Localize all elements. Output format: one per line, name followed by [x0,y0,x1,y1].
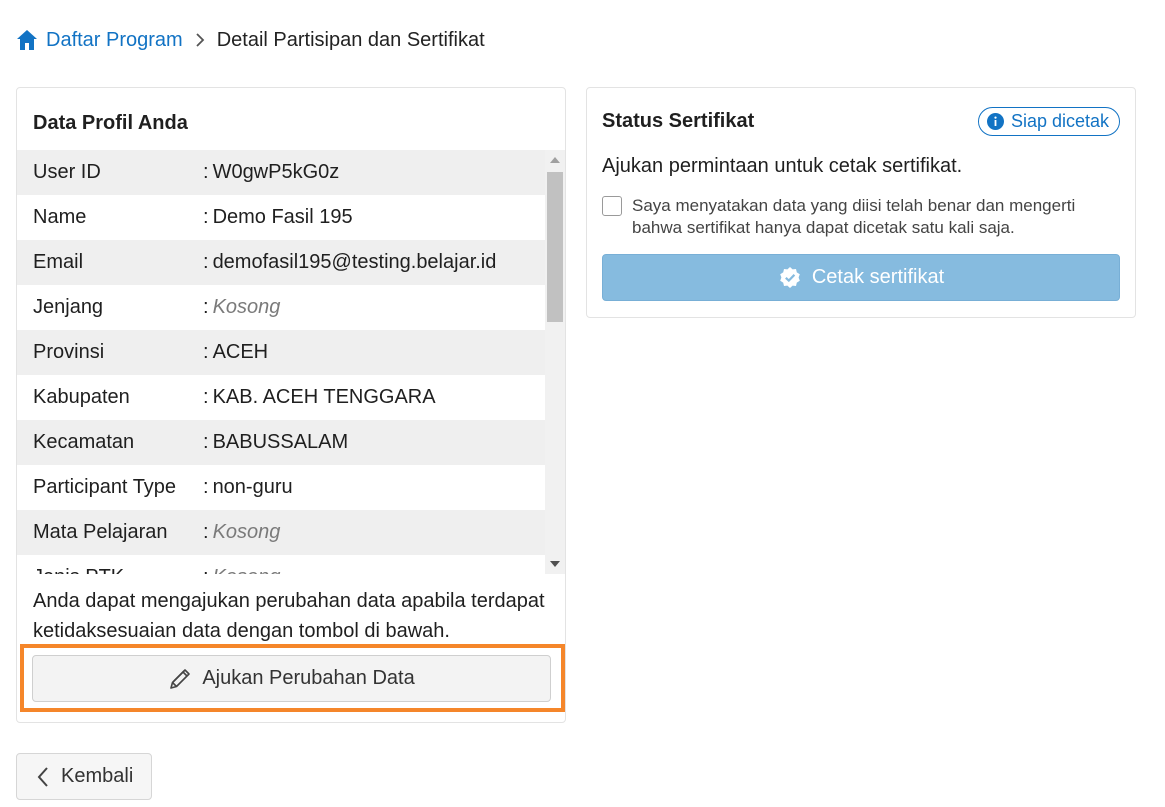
request-data-change-button[interactable]: Ajukan Perubahan Data [32,655,551,702]
verified-badge-icon [778,266,802,290]
profile-row-colon: : [203,251,209,273]
profile-row-colon: : [203,431,209,453]
profile-row: Mata Pelajaran: Kosong [17,510,545,555]
change-data-hint: Anda dapat mengajukan perubahan data apa… [33,590,545,642]
profile-row-value-text: Demo Fasil 195 [212,206,353,228]
profile-row-colon: : [203,161,209,183]
profile-row-value: : BABUSSALAM [203,431,545,454]
scrollbar[interactable] [545,150,565,574]
agreement-text: Saya menyatakan data yang diisi telah be… [632,196,1076,237]
profile-row-value: : demofasil195@testing.belajar.id [203,251,545,274]
scroll-up-arrow-icon[interactable] [545,152,565,168]
profile-row-key: Provinsi [33,341,105,363]
status-badge-label: Siap dicetak [1010,111,1109,131]
profile-table[interactable]: User ID: W0gwP5kG0z Name: Demo Fasil 195 Ema… [17,150,565,574]
profile-row: Jenjang: Kosong [17,285,545,330]
profile-row-colon: : [203,476,209,498]
profile-row-value-text: Kosong [212,296,281,318]
back-button[interactable]: Kembali [16,753,152,800]
breadcrumb-link-daftar-program[interactable]: Daftar Program [46,29,183,52]
status-badge: Siap dicetak [977,107,1120,136]
profile-row-key: Name [33,206,87,228]
certificate-status-card: Status Sertifikat Siap dicetak Ajukan pe… [586,87,1136,318]
home-icon[interactable] [16,29,38,51]
certificate-status-description: Ajukan permintaan untuk cetak sertifikat… [602,155,963,177]
agreement-row[interactable]: Saya menyatakan data yang diisi telah be… [602,195,1122,239]
print-certificate-button[interactable]: Cetak sertifikat [602,254,1120,301]
profile-row-value-text: demofasil195@testing.belajar.id [212,251,497,273]
certificate-status-title: Status Sertifikat [602,110,755,132]
profile-row-value-text: Kosong [212,521,281,543]
request-data-change-label: Ajukan Perubahan Data [202,667,415,689]
profile-row-value: :Kosong [203,296,545,319]
profile-row-value: : ACEH [203,341,545,364]
profile-row: Jenis PTK: Kosong [17,555,545,574]
back-button-label: Kembali [61,765,134,787]
profile-row-key: Participant Type [33,476,177,498]
profile-row-value-text: Kosong [213,566,281,574]
chevron-left-icon [37,766,49,788]
info-icon [986,113,1004,130]
profile-row-value: :Kosong [203,521,545,544]
scrollbar-thumb[interactable] [547,172,563,322]
profile-row-colon: : [203,341,209,363]
profile-row-key: Jenis PTK [17,566,203,574]
profile-row-colon: : [203,296,209,318]
profile-row-value-text: BABUSSALAM [212,431,349,453]
profile-row-value-text: W0gwP5kG0z [212,161,340,183]
profile-row: User ID: W0gwP5kG0z [17,150,545,195]
profile-row-value-text: non-guru [212,476,293,498]
profile-row: Email: demofasil195@testing.belajar.id [17,240,545,285]
pencil-icon [168,667,192,691]
breadcrumb-current: Detail Partisipan dan Sertifikat [216,28,485,51]
profile-row-value: : Demo Fasil 195 [203,206,545,229]
profile-row-colon: : [203,386,209,408]
profile-card: Data Profil Anda User ID: W0gwP5kG0z Name:… [16,87,566,723]
profile-row-key: Email [33,251,84,273]
profile-row-colon: : [203,206,209,228]
profile-row-value: : Kosong [203,566,545,574]
profile-row-value-text: ACEH [212,341,269,363]
profile-row: Provinsi: ACEH [17,330,545,375]
breadcrumb: Daftar Program Detail Partisipan dan Ser… [16,26,485,54]
profile-row-key: Jenjang [33,296,104,318]
profile-row-value: : W0gwP5kG0z [203,161,545,184]
profile-row-value-text: KAB. ACEH TENGGARA [212,386,436,408]
profile-row-value: : non-guru [203,476,545,499]
profile-row-colon: : [203,566,209,574]
print-certificate-label: Cetak sertifikat [811,266,945,288]
profile-row: Kecamatan: BABUSSALAM [17,420,545,465]
scroll-down-arrow-icon[interactable] [545,556,565,572]
profile-row-key: Kecamatan [33,431,135,453]
profile-row: Name: Demo Fasil 195 [17,195,545,240]
profile-row-key: Mata Pelajaran [33,521,168,543]
profile-row-key: Kabupaten [33,386,130,408]
agreement-checkbox[interactable] [602,196,622,216]
profile-row-key: User ID [33,161,101,183]
profile-row: Kabupaten: KAB. ACEH TENGGARA [17,375,545,420]
profile-row-colon: : [203,521,209,543]
chevron-right-icon [195,32,205,48]
profile-row: Participant Type: non-guru [17,465,545,510]
profile-row-value: : KAB. ACEH TENGGARA [203,386,545,409]
profile-card-title: Data Profil Anda [33,112,188,134]
